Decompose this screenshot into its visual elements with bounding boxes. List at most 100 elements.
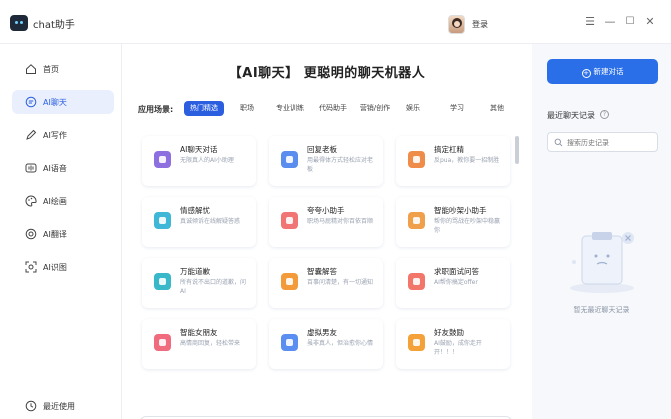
tab-professional-training[interactable]: 专业训练	[270, 101, 310, 116]
boss-icon	[281, 151, 298, 168]
history-search-input[interactable]	[567, 136, 655, 149]
page-title: 【AI聊天】 更聪明的聊天机器人	[228, 66, 426, 81]
card-desc: 所有说不出口的道歉，问AI	[180, 279, 247, 295]
pen-icon	[26, 129, 37, 140]
tab-marketing[interactable]: 营销/创作	[355, 101, 395, 116]
sidebar-item-label: AI绘画	[43, 197, 67, 206]
card-job-interview[interactable]: 求职面试问答 AI帮你搞定offer	[396, 258, 510, 308]
new-chat-label: 新建对话	[593, 67, 624, 76]
card-universal-apology[interactable]: 万能道歉 所有说不出口的道歉，问AI	[142, 258, 256, 308]
card-title: 求职面试问答	[434, 267, 479, 276]
history-panel: +新建对话 最近聊天记录 ? 暂无最近聊天记录	[532, 44, 671, 419]
sidebar-item-label: AI识图	[43, 263, 67, 272]
empty-clipboard-illustration	[570, 232, 634, 293]
tab-entertainment[interactable]: 娱乐	[398, 101, 428, 116]
card-desc: 真诚倾诉在线解疑答惑	[180, 218, 241, 225]
card-think-tank[interactable]: 智囊解答 百事问清楚，有一切通知	[269, 258, 383, 308]
thumbs-up-icon	[281, 212, 298, 229]
card-argue-assistant[interactable]: 智能吵架小助手 帮你的骂战在吵架中稳赢你	[396, 197, 510, 247]
sidebar-item-label: AI语音	[43, 164, 67, 173]
card-title: 智能女朋友	[180, 328, 218, 337]
card-title: 虚拟男友	[307, 328, 337, 337]
card-reply-boss[interactable]: 回复老板 用最得体方式轻松应对老板	[269, 136, 383, 186]
card-title: 搞定杠精	[434, 145, 464, 154]
history-search[interactable]	[547, 132, 658, 152]
sidebar-item-label: AI聊天	[43, 98, 67, 107]
search-icon	[554, 138, 563, 147]
user-avatar[interactable]	[448, 15, 465, 34]
argue-icon	[408, 212, 425, 229]
sidebar-item-label: 首页	[43, 65, 59, 74]
sidebar-item-label: AI写作	[43, 131, 67, 140]
card-desc: 高情商回复，轻松带来	[180, 340, 241, 347]
sidebar-item-ai-chat[interactable]: AI聊天	[12, 90, 114, 114]
home-icon	[26, 64, 36, 74]
card-virtual-boyfriend[interactable]: 虚拟男友 虽非真人，但治愈你心情	[269, 319, 383, 369]
tab-hot[interactable]: 热门精选	[184, 101, 224, 116]
recent-used-button[interactable]: 最近使用	[12, 394, 114, 418]
chat-icon	[25, 96, 37, 108]
card-desc: 用最得体方式轻松应对老板	[307, 157, 374, 173]
close-icon[interactable]: ✕	[642, 14, 658, 30]
card-desc: 职场马屁精对你百依百顺	[307, 218, 374, 225]
new-chat-button[interactable]: + 新建对话	[547, 59, 658, 84]
heart-icon	[154, 212, 171, 229]
girlfriend-icon	[154, 334, 171, 351]
plus-icon: +	[581, 69, 591, 78]
card-ai-chat[interactable]: AI聊天对话 无限真人的AI小助理	[142, 136, 256, 186]
card-desc: AI鼓励，成你走开开！！！	[434, 340, 482, 356]
card-title: 情感解忧	[180, 206, 210, 215]
sidebar: 首页 AI聊天 AI写作 AI语音 AI绘画 AI翻译 AI识图 最近使用	[0, 44, 122, 419]
card-desc: 虽非真人，但治愈你心情	[307, 340, 374, 347]
login-button[interactable]: 登录	[472, 19, 488, 30]
palette-icon	[25, 195, 37, 207]
card-title: 回复老板	[307, 145, 337, 154]
card-desc: 反pua，教你要一招制胜	[434, 157, 500, 164]
card-title: 夸夸小助手	[307, 206, 345, 215]
shield-icon	[408, 151, 425, 168]
card-desc: 百事问清楚，有一切通知	[307, 279, 374, 286]
sidebar-item-ai-voice[interactable]: AI语音	[12, 156, 114, 180]
card-friend-encourage[interactable]: 好友鼓励 AI鼓励，成你走开开！！！	[396, 319, 510, 369]
maximize-icon[interactable]: ☐	[622, 14, 638, 30]
translate-icon	[25, 228, 37, 240]
card-title: 智囊解答	[307, 267, 337, 276]
recent-used-label: 最近使用	[43, 402, 75, 411]
title-bar: chat助手 登录 ☰ — ☐ ✕	[0, 0, 671, 44]
empty-history-text: 暂无最近聊天记录	[573, 306, 630, 314]
sidebar-item-ai-writing[interactable]: AI写作	[12, 123, 114, 147]
app-title: chat助手	[33, 20, 75, 31]
scene-label: 应用场景:	[138, 105, 174, 114]
card-title: 好友鼓励	[434, 328, 464, 337]
scrollbar[interactable]	[515, 136, 519, 164]
scan-image-icon	[25, 261, 37, 273]
card-desc: 帮你的骂战在吵架中稳赢你	[434, 218, 501, 234]
card-desc: 无限真人的AI小助理	[180, 157, 234, 164]
card-praise-assistant[interactable]: 夸夸小助手 职场马屁精对你百依百顺	[269, 197, 383, 247]
briefcase-icon	[408, 273, 425, 290]
tab-other[interactable]: 其他	[482, 101, 512, 116]
minimize-icon[interactable]: —	[602, 14, 618, 30]
card-desc: AI帮你搞定offer	[434, 279, 478, 286]
lightbulb-icon	[281, 273, 298, 290]
tab-study[interactable]: 学习	[442, 101, 472, 116]
boyfriend-icon	[281, 334, 298, 351]
sidebar-item-ai-image-recognition[interactable]: AI识图	[12, 255, 114, 279]
sidebar-item-ai-painting[interactable]: AI绘画	[12, 189, 114, 213]
tab-code-assistant[interactable]: 代码助手	[313, 101, 353, 116]
card-smart-girlfriend[interactable]: 智能女朋友 高情商回复，轻松带来	[142, 319, 256, 369]
tab-workplace[interactable]: 职场	[232, 101, 262, 116]
card-title: 万能道歉	[180, 267, 210, 276]
main-panel: 【AI聊天】 更聪明的聊天机器人 应用场景: 热门精选 职场 专业训练 代码助手…	[122, 44, 532, 419]
help-icon[interactable]: ?	[600, 110, 609, 119]
sidebar-item-home[interactable]: 首页	[12, 57, 114, 81]
sidebar-item-label: AI翻译	[43, 230, 67, 239]
clock-icon	[25, 400, 37, 412]
menu-icon[interactable]: ☰	[582, 14, 598, 30]
sidebar-item-ai-translate[interactable]: AI翻译	[12, 222, 114, 246]
card-handle-troll[interactable]: 搞定杠精 反pua，教你要一招制胜	[396, 136, 510, 186]
card-emotional-relief[interactable]: 情感解忧 真诚倾诉在线解疑答惑	[142, 197, 256, 247]
card-title: 智能吵架小助手	[434, 206, 487, 215]
voice-icon	[25, 163, 37, 173]
card-title: AI聊天对话	[180, 145, 218, 154]
